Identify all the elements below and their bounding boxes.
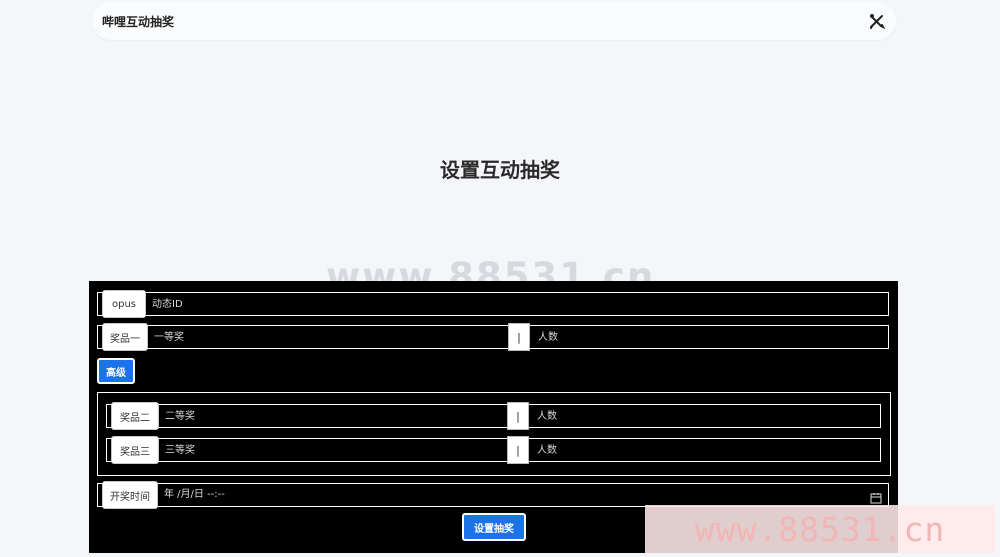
advanced-button[interactable]: 高级 xyxy=(97,358,135,384)
prize2-row: 奖品二 | xyxy=(106,402,881,430)
prize2-count-input[interactable] xyxy=(533,405,873,427)
submit-lottery-button[interactable]: 设置抽奖 xyxy=(462,513,526,541)
prize3-name-input[interactable] xyxy=(161,439,501,461)
prize3-count-input[interactable] xyxy=(533,439,873,461)
page-title: 设置互动抽奖 xyxy=(440,158,560,182)
prize2-separator: | xyxy=(507,402,529,430)
draw-time-label: 开奖时间 xyxy=(102,481,158,509)
prize3-label: 奖品三 xyxy=(111,436,159,464)
prize1-label: 奖品一 xyxy=(102,323,148,351)
opus-input[interactable] xyxy=(148,293,878,315)
calendar-icon[interactable] xyxy=(870,489,882,504)
draw-time-input[interactable]: 年 /月/日 --:-- xyxy=(160,484,860,506)
prize2-name-input[interactable] xyxy=(161,405,501,427)
tools-icon[interactable] xyxy=(868,12,886,30)
draw-time-row: 开奖时间 年 /月/日 --:-- xyxy=(97,481,889,509)
prize1-count-input[interactable] xyxy=(534,326,884,348)
opus-row: opus xyxy=(97,290,889,318)
prize1-row: 奖品一 | xyxy=(97,323,889,351)
brand-title: 哔哩互动抽奖 xyxy=(102,15,175,29)
prize1-name-input[interactable] xyxy=(150,326,500,348)
top-bar: 哔哩互动抽奖 xyxy=(92,2,896,40)
opus-label: opus xyxy=(102,290,146,318)
prize2-label: 奖品二 xyxy=(111,402,159,430)
prize3-row: 奖品三 | xyxy=(106,436,881,464)
watermark-bottom: www.88531.cn xyxy=(645,505,995,553)
prize1-separator: | xyxy=(508,323,530,351)
prize3-separator: | xyxy=(507,436,529,464)
